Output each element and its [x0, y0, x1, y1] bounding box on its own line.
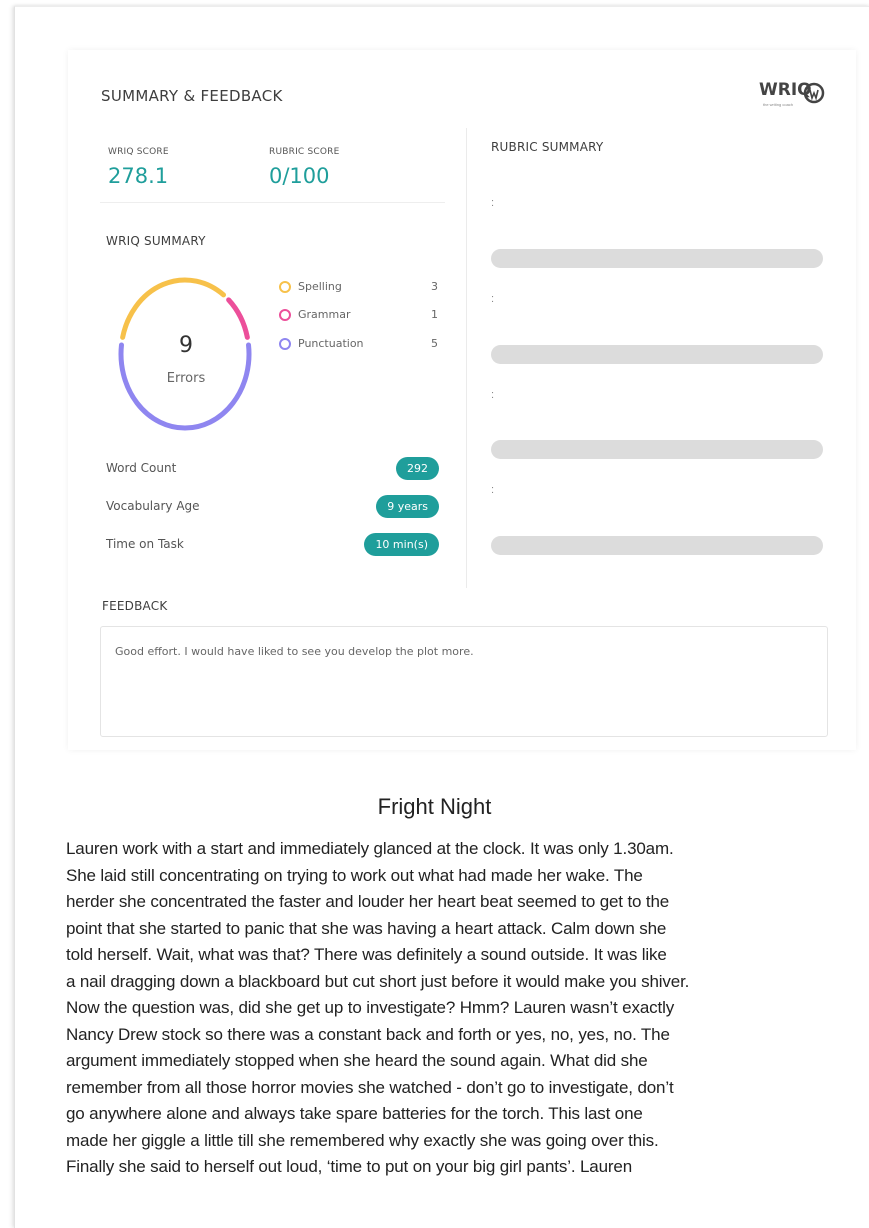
legend-count: 5: [431, 337, 438, 350]
metric-label: Word Count: [106, 461, 177, 475]
rubric-score-value: 0/100: [269, 164, 330, 188]
rubric-item-label: :: [491, 484, 495, 496]
legend-item-punctuation: Punctuation 5: [279, 337, 441, 353]
donut-segment-grammar: [226, 297, 250, 340]
story-line: told herself. Wait, what was that? There…: [66, 945, 667, 964]
story-line: Lauren work with a start and immediately…: [66, 839, 674, 858]
metric-time-on-task: Time on Task 10 min(s): [106, 533, 439, 557]
story-line: a nail dragging down a blackboard but cu…: [66, 971, 690, 991]
logo-tagline: the writing coach: [763, 102, 794, 107]
donut-segment-spelling: [120, 277, 227, 340]
grammar-ring-icon: [279, 309, 291, 321]
story-line: Now the question was, did she get up to …: [66, 998, 675, 1017]
feedback-box: Good effort. I would have liked to see y…: [100, 626, 828, 737]
metric-word-count: Word Count 292: [106, 457, 439, 481]
column-divider: [466, 128, 467, 588]
metric-label: Vocabulary Age: [106, 499, 200, 513]
feedback-heading: FEEDBACK: [102, 599, 168, 613]
story-line: argument immediately stopped when she he…: [66, 1051, 648, 1070]
legend-label: Punctuation: [298, 337, 364, 350]
page-title: SUMMARY & FEEDBACK: [101, 87, 283, 105]
metric-value-badge: 292: [396, 457, 439, 480]
rubric-item-bar: [491, 440, 823, 459]
story-line: remember from all those horror movies sh…: [66, 1077, 674, 1097]
metric-value-badge: 10 min(s): [364, 533, 439, 556]
feedback-text: Good effort. I would have liked to see y…: [115, 645, 474, 658]
story-line: go anywhere alone and always take spare …: [66, 1104, 643, 1123]
rubric-score-label: RUBRIC SCORE: [269, 147, 340, 157]
rubric-item-bar: [491, 536, 823, 555]
story-line: made her giggle a little till she rememb…: [66, 1130, 659, 1150]
legend-count: 1: [431, 308, 438, 321]
errors-total: 9: [179, 333, 193, 358]
metric-value-badge: 9 years: [376, 495, 439, 518]
story-line: point that she started to panic that she…: [66, 918, 667, 938]
story-line: Finally she said to herself out loud, ‘t…: [66, 1157, 633, 1176]
rubric-item-bar: [491, 249, 823, 268]
wriq-summary-heading: WRIQ SUMMARY: [106, 234, 206, 248]
legend-count: 3: [431, 280, 438, 293]
errors-label: Errors: [166, 371, 206, 386]
story-line: Nancy Drew stock so there was a constant…: [66, 1024, 670, 1044]
punctuation-ring-icon: [279, 338, 291, 350]
rubric-item-label: :: [491, 389, 495, 401]
story-line: herder she concentrated the faster and l…: [66, 892, 670, 911]
spelling-ring-icon: [279, 281, 291, 293]
wriq-score-label: WRIQ SCORE: [108, 147, 169, 157]
score-divider: [100, 202, 445, 203]
logo-mark-icon: [803, 82, 825, 104]
story-line: She laid still concentrating on trying t…: [66, 865, 643, 885]
rubric-summary-heading: RUBRIC SUMMARY: [491, 140, 604, 154]
metric-vocabulary-age: Vocabulary Age 9 years: [106, 495, 439, 519]
rubric-item-label: :: [491, 197, 495, 209]
wriq-score-value: 278.1: [108, 164, 169, 188]
legend-label: Grammar: [298, 308, 351, 321]
wriq-logo: WRIQ the writing coach: [759, 80, 827, 110]
legend-label: Spelling: [298, 280, 342, 293]
legend-item-spelling: Spelling 3: [279, 280, 441, 296]
legend-item-grammar: Grammar 1: [279, 308, 441, 324]
metric-label: Time on Task: [106, 537, 184, 551]
rubric-item-label: :: [491, 293, 495, 305]
rubric-item-bar: [491, 345, 823, 364]
story-title: Fright Night: [377, 794, 492, 819]
